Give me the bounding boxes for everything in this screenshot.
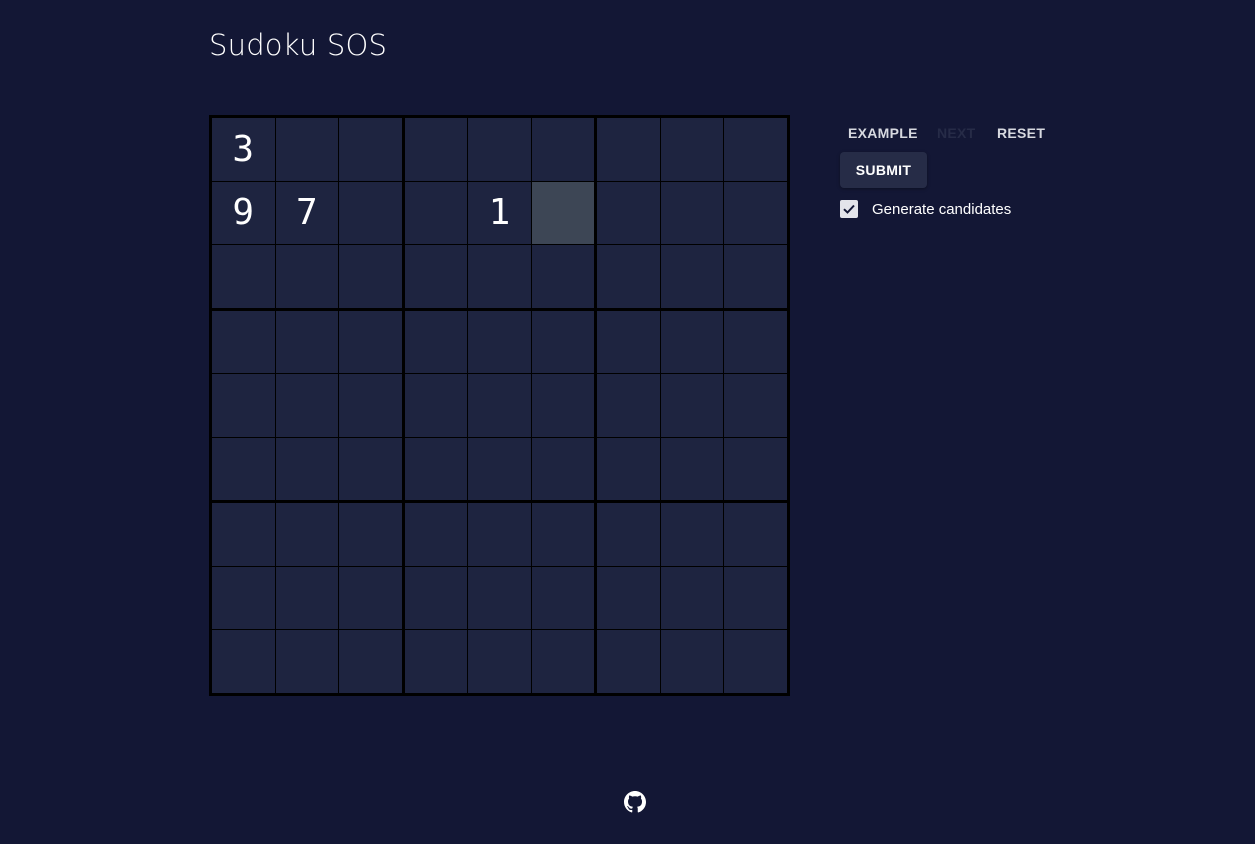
- sudoku-cell[interactable]: 3: [212, 118, 275, 181]
- sudoku-cell[interactable]: [404, 374, 468, 437]
- sudoku-cell[interactable]: [404, 181, 468, 245]
- sudoku-cell[interactable]: [275, 118, 339, 181]
- generate-candidates-checkbox[interactable]: [840, 200, 858, 218]
- sudoku-cell[interactable]: [275, 245, 339, 308]
- sudoku-cell[interactable]: [339, 310, 402, 374]
- sudoku-cell[interactable]: 9: [212, 181, 275, 245]
- sudoku-cell[interactable]: [468, 437, 531, 501]
- sudoku-cell[interactable]: [597, 181, 660, 245]
- sudoku-cell[interactable]: [212, 245, 275, 308]
- sudoku-cell[interactable]: [597, 503, 660, 566]
- sudoku-cell[interactable]: [597, 374, 660, 437]
- sudoku-cell[interactable]: [597, 630, 660, 693]
- sudoku-cell[interactable]: [597, 437, 660, 501]
- sudoku-cell[interactable]: [468, 503, 531, 566]
- sudoku-cell[interactable]: [660, 310, 724, 374]
- generate-candidates-option[interactable]: Generate candidates: [840, 200, 1011, 218]
- check-icon: [843, 204, 855, 214]
- sudoku-cell[interactable]: [660, 118, 724, 181]
- sudoku-cell[interactable]: [275, 437, 339, 501]
- sudoku-cell[interactable]: [531, 118, 595, 181]
- sudoku-cell[interactable]: [597, 245, 660, 308]
- sudoku-board: 397 1: [209, 115, 790, 696]
- reset-button[interactable]: RESET: [997, 122, 1045, 144]
- sudoku-cell[interactable]: [404, 503, 468, 566]
- sudoku-cell[interactable]: [212, 437, 275, 501]
- sudoku-cell[interactable]: [468, 374, 531, 437]
- sudoku-cell[interactable]: [275, 374, 339, 437]
- sudoku-cell[interactable]: [724, 566, 787, 630]
- sudoku-cell[interactable]: [531, 374, 595, 437]
- sudoku-cell[interactable]: [724, 118, 787, 181]
- sudoku-cell[interactable]: [212, 503, 275, 566]
- sudoku-cell[interactable]: [660, 181, 724, 245]
- sudoku-cell[interactable]: [275, 503, 339, 566]
- sudoku-cell[interactable]: [724, 181, 787, 245]
- sudoku-cell[interactable]: [339, 181, 402, 245]
- sudoku-cell[interactable]: [724, 245, 787, 308]
- sudoku-cell[interactable]: [660, 437, 724, 501]
- sudoku-cell[interactable]: [660, 630, 724, 693]
- sudoku-cell[interactable]: [531, 630, 595, 693]
- sudoku-cell[interactable]: [404, 437, 468, 501]
- sudoku-cell[interactable]: [724, 630, 787, 693]
- sudoku-cell[interactable]: [531, 503, 595, 566]
- page-title: Sudoku SOS: [209, 28, 388, 62]
- sudoku-cell[interactable]: [404, 630, 468, 693]
- sudoku-cell[interactable]: [339, 503, 402, 566]
- sudoku-cell[interactable]: [404, 118, 468, 181]
- next-button[interactable]: NEXT: [937, 122, 976, 144]
- sudoku-cell[interactable]: [468, 245, 531, 308]
- sudoku-cell[interactable]: [531, 566, 595, 630]
- sudoku-cell[interactable]: [724, 503, 787, 566]
- sudoku-cell[interactable]: [468, 310, 531, 374]
- sudoku-cell[interactable]: [660, 374, 724, 437]
- sudoku-cell[interactable]: [339, 374, 402, 437]
- sudoku-cell[interactable]: 7: [275, 181, 339, 245]
- sudoku-cell[interactable]: [275, 310, 339, 374]
- sudoku-cell[interactable]: [212, 566, 275, 630]
- sudoku-cell[interactable]: [468, 566, 531, 630]
- sudoku-cell[interactable]: [531, 437, 595, 501]
- sudoku-cell[interactable]: [339, 437, 402, 501]
- sudoku-cell[interactable]: [597, 566, 660, 630]
- sudoku-cell[interactable]: [660, 566, 724, 630]
- sudoku-cell[interactable]: [724, 437, 787, 501]
- sudoku-cell[interactable]: [468, 630, 531, 693]
- sudoku-cell[interactable]: [275, 630, 339, 693]
- sudoku-cell[interactable]: [724, 310, 787, 374]
- sudoku-cell[interactable]: [339, 630, 402, 693]
- sudoku-cell[interactable]: [404, 245, 468, 308]
- sudoku-cell[interactable]: 1: [468, 181, 531, 245]
- sudoku-cell[interactable]: [212, 630, 275, 693]
- sudoku-cell[interactable]: [339, 118, 402, 181]
- sudoku-cell[interactable]: [404, 310, 468, 374]
- sudoku-cell[interactable]: [724, 374, 787, 437]
- sudoku-cell[interactable]: [339, 566, 402, 630]
- sudoku-cell[interactable]: [212, 310, 275, 374]
- sudoku-cell[interactable]: [531, 245, 595, 308]
- example-button[interactable]: EXAMPLE: [848, 122, 918, 144]
- sudoku-cell[interactable]: [597, 310, 660, 374]
- sudoku-cell[interactable]: [531, 310, 595, 374]
- github-logo: [624, 791, 646, 813]
- sudoku-cell[interactable]: [339, 245, 402, 308]
- sudoku-cell[interactable]: [531, 181, 595, 245]
- submit-button[interactable]: SUBMIT: [840, 152, 927, 188]
- sudoku-cell[interactable]: [212, 374, 275, 437]
- sudoku-cell[interactable]: [468, 118, 531, 181]
- generate-candidates-label: Generate candidates: [872, 200, 1012, 218]
- sudoku-cell[interactable]: [404, 566, 468, 630]
- sudoku-cell[interactable]: [660, 503, 724, 566]
- sudoku-cell[interactable]: [660, 245, 724, 308]
- sudoku-cell[interactable]: [597, 118, 660, 181]
- sudoku-cell[interactable]: [275, 566, 339, 630]
- github-icon[interactable]: [624, 791, 646, 813]
